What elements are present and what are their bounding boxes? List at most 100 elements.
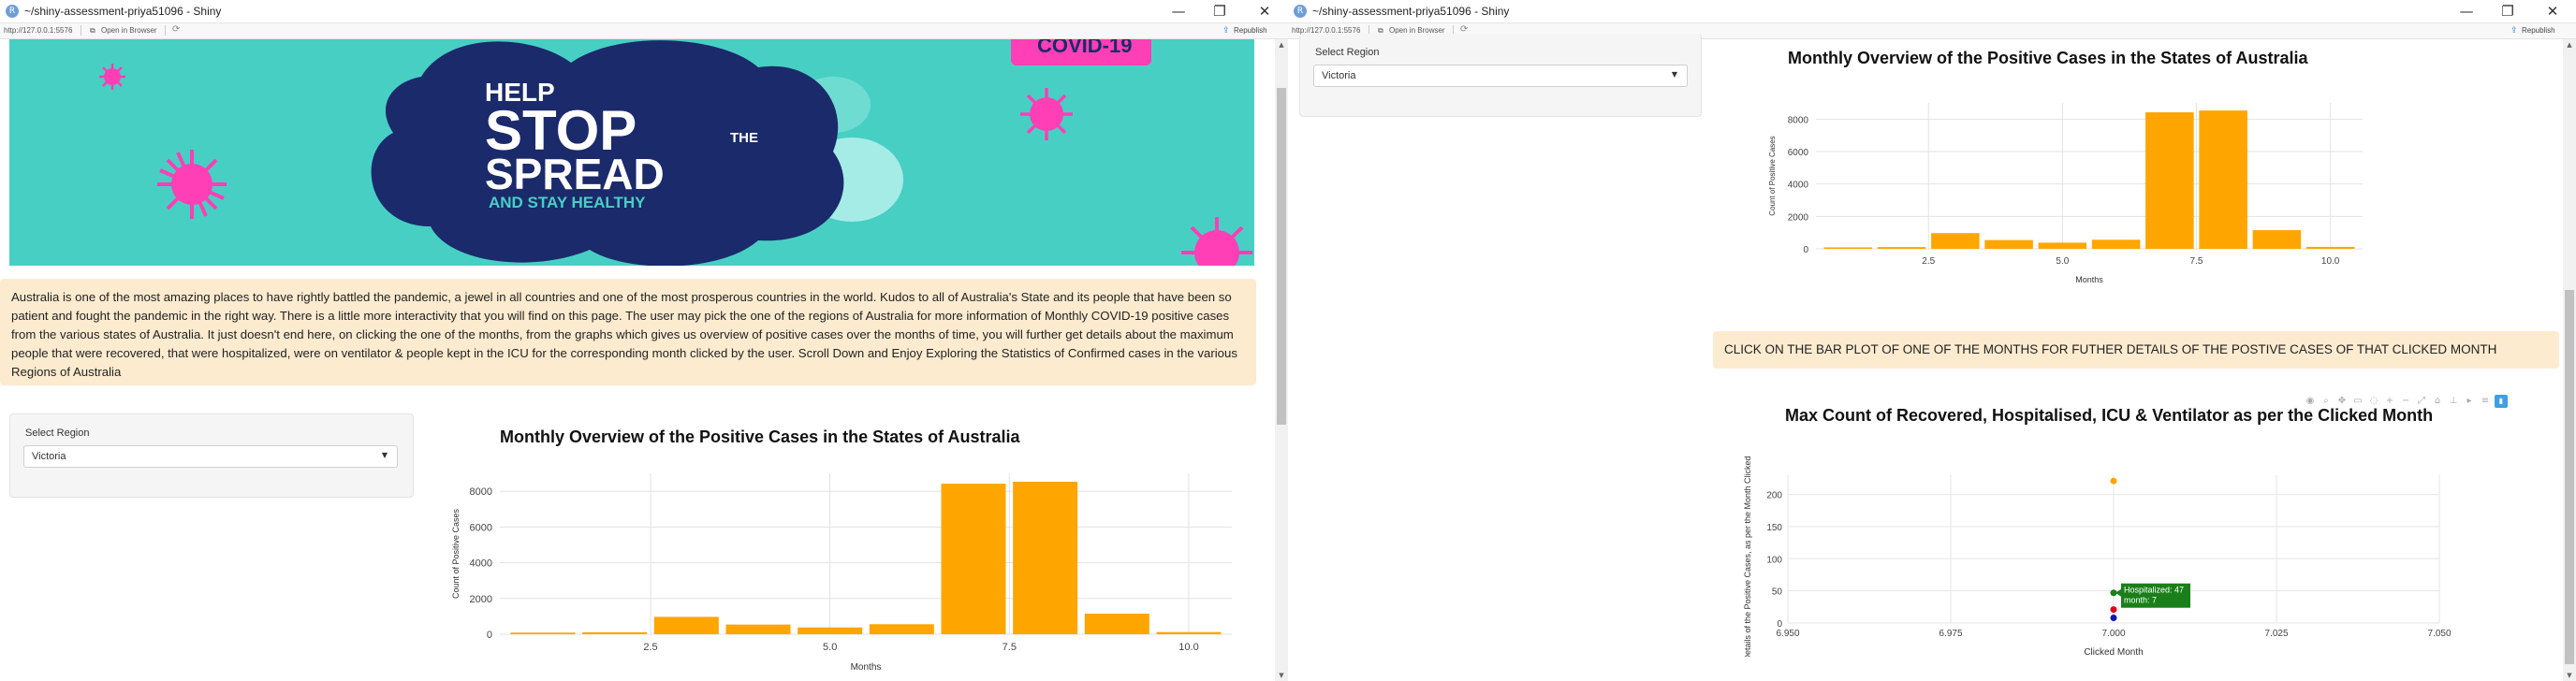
close-button[interactable]: ✕: [1254, 2, 1275, 21]
select-region-label: Select Region: [25, 427, 90, 439]
y-tick-label: 50: [1772, 587, 1783, 598]
republish-icon[interactable]: ⇪: [2510, 25, 2518, 36]
y-tick-label: 4000: [1788, 181, 1809, 191]
bar[interactable]: [2091, 239, 2141, 249]
bar[interactable]: [869, 624, 934, 634]
click-instruction-text: CLICK ON THE BAR PLOT OF ONE OF THE MONT…: [1724, 342, 2497, 356]
monthly-bar-chart[interactable]: 0 2000 4000 6000 8000 2.5 5.0 7.5 10.0 Months Coun…: [1713, 73, 2555, 311]
bar[interactable]: [1156, 631, 1222, 634]
y-tick-label: 8000: [470, 486, 492, 498]
bar[interactable]: [1013, 481, 1078, 634]
scroll-up-arrow-icon[interactable]: ▲: [2563, 39, 2576, 51]
region-select-value: Victoria: [1322, 70, 1356, 81]
left-window: R ~/shiny-assessment-priya51096 - Shiny …: [0, 0, 1288, 681]
region-sidebar-panel: Select Region Victoria ▼: [1299, 34, 1702, 117]
data-point[interactable]: [2110, 477, 2117, 485]
url-text[interactable]: http://127.0.0.1:5576: [4, 26, 72, 35]
bar[interactable]: [1984, 239, 2033, 249]
scrollbar-thumb[interactable]: [2565, 290, 2574, 664]
spike-icon[interactable]: ⊥: [2447, 395, 2460, 408]
vertical-scrollbar[interactable]: ▲ ▼: [2563, 39, 2576, 681]
banner-spread-text: SPREAD: [485, 150, 665, 198]
monthly-bar-chart[interactable]: 0 2000 4000 6000 8000 2.5 5.0 7.5 10.0 Months Coun…: [449, 458, 1254, 679]
x-tick-label: 7.050: [2427, 629, 2451, 639]
virus-icon: [99, 64, 125, 90]
scroll-down-arrow-icon[interactable]: ▼: [1275, 670, 1288, 681]
bar[interactable]: [653, 616, 719, 634]
x-tick-label: 7.5: [1003, 642, 1017, 653]
window-title: ~/shiny-assessment-priya51096 - Shiny: [1312, 5, 1510, 18]
region-select[interactable]: Victoria ▼: [23, 445, 398, 468]
rstudio-icon: R: [1294, 5, 1307, 18]
open-in-browser-button[interactable]: Open in Browser: [101, 26, 157, 35]
x-tick-label: 5.0: [823, 642, 837, 653]
x-tick-label: 6.950: [1776, 629, 1799, 639]
bar[interactable]: [2199, 110, 2247, 249]
data-point[interactable]: [2110, 606, 2117, 614]
republish-button[interactable]: Republish: [1234, 26, 1267, 35]
bar[interactable]: [510, 632, 576, 634]
viewer-toolbar: http://127.0.0.1:5576 ⧉ Open in Browser …: [0, 23, 1288, 39]
refresh-icon[interactable]: ⟳: [172, 24, 180, 35]
description-text: Australia is one of the most amazing pla…: [11, 290, 1237, 379]
virus-icon: [1181, 217, 1252, 266]
minimize-button[interactable]: —: [1168, 2, 1189, 21]
banner-illustration: HELP STOP THE SPREAD AND STAY HEALTHY CO…: [99, 39, 1252, 266]
plotly-logo-icon[interactable]: ▮: [2495, 395, 2508, 408]
bar[interactable]: [2305, 246, 2355, 249]
bar[interactable]: [582, 631, 648, 634]
y-tick-label: 6000: [1788, 148, 1809, 158]
maximize-button[interactable]: ❐: [2497, 2, 2518, 21]
rstudio-icon: R: [6, 5, 19, 18]
hover-compare-icon[interactable]: ≡: [2479, 395, 2492, 408]
tooltip-line-1: Hospitalized: 47: [2124, 586, 2184, 595]
x-tick-label: 5.0: [2056, 256, 2069, 267]
bar[interactable]: [1823, 247, 1873, 249]
hover-closest-icon[interactable]: ▸: [2463, 395, 2476, 408]
open-in-browser-icon[interactable]: ⧉: [90, 26, 95, 36]
y-tick-label: 8000: [1788, 115, 1809, 125]
y-tick-label: 2000: [1788, 212, 1809, 223]
details-scatter-chart[interactable]: 0501001502006.950 6.975 7.000 7.025 7.050Hos…: [1713, 432, 2555, 657]
data-point[interactable]: [2110, 615, 2117, 622]
bar[interactable]: [941, 484, 1006, 634]
republish-button[interactable]: Republish: [2522, 26, 2555, 35]
bar[interactable]: [1931, 233, 1980, 249]
bar[interactable]: [2145, 112, 2194, 249]
vertical-scrollbar[interactable]: ▲ ▼: [1275, 39, 1288, 681]
y-axis-label: Details of the Positive Cases, as per th…: [1743, 456, 1752, 657]
dropdown-caret-icon: ▼: [1671, 70, 1677, 79]
scrollbar-thumb[interactable]: [1277, 88, 1286, 425]
x-axis-label: Months: [2075, 275, 2103, 284]
plotly-modebar: ◉ ⌕ ✥ ▭ ◌ + − ⤢ ⌂ ⊥ ▸ ≡ ▮: [2301, 391, 2554, 408]
covid-19-tag: COVID-19: [1011, 39, 1151, 65]
y-tick-label: 2000: [470, 594, 492, 605]
bar[interactable]: [2038, 242, 2087, 249]
close-button[interactable]: ✕: [2542, 2, 2563, 21]
y-axis-label: Count of Positive Cases: [451, 508, 461, 599]
y-axis-label: Count of Positive Cases: [1768, 136, 1777, 215]
monthly-chart-title: Monthly Overview of the Positive Cases i…: [500, 427, 1020, 446]
details-chart-title: Max Count of Recovered, Hospitalised, IC…: [1785, 406, 2434, 425]
scroll-down-arrow-icon[interactable]: ▼: [2563, 670, 2576, 681]
maximize-button[interactable]: ❐: [1209, 2, 1230, 21]
tooltip-line-2: month: 7: [2124, 596, 2157, 605]
banner-stay-healthy-text: AND STAY HEALTHY: [489, 194, 646, 211]
dropdown-caret-icon: ▼: [381, 451, 388, 459]
divider: [80, 25, 81, 36]
scroll-up-arrow-icon[interactable]: ▲: [1275, 39, 1288, 51]
tooltip-pointer: [2115, 588, 2121, 597]
bar[interactable]: [1084, 614, 1149, 634]
x-tick-label: 2.5: [643, 642, 657, 653]
x-tick-label: 10.0: [2321, 256, 2340, 267]
bar[interactable]: [725, 624, 791, 634]
virus-icon: [1020, 88, 1073, 140]
minimize-button[interactable]: —: [2456, 2, 2477, 21]
y-tick-label: 150: [1766, 523, 1782, 533]
bar[interactable]: [2252, 230, 2302, 249]
region-select[interactable]: Victoria ▼: [1313, 65, 1688, 87]
republish-icon[interactable]: ⇪: [1222, 25, 1230, 36]
bar[interactable]: [798, 627, 863, 634]
x-tick-label: 7.5: [2190, 256, 2203, 267]
bar[interactable]: [1877, 247, 1926, 249]
